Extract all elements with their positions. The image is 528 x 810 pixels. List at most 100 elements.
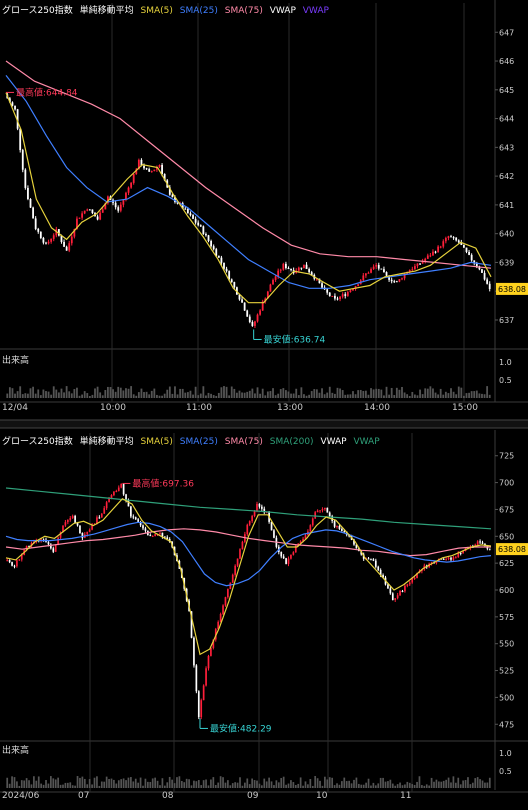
legend-sma5[interactable]: SMA(5) (141, 437, 173, 447)
volume-bar (30, 784, 33, 788)
panel-separator (0, 420, 528, 428)
volume-bar (309, 778, 312, 788)
candle-body (308, 269, 311, 273)
legend-sma5[interactable]: SMA(5) (141, 6, 173, 16)
volume-bar (60, 388, 63, 398)
legend-sma25[interactable]: SMA(25) (180, 6, 218, 16)
volume-bar (238, 390, 241, 398)
candle-body (367, 272, 370, 274)
candle-body (207, 235, 210, 242)
candle-body (243, 302, 246, 311)
volume-bar (243, 392, 246, 398)
y-tick-label: 725 (499, 452, 514, 461)
candle-body (11, 562, 13, 566)
candle-body (248, 521, 251, 525)
volume-bar (401, 785, 404, 788)
volume-bar (225, 386, 228, 398)
volume-bar (429, 386, 432, 398)
volume-bar (470, 391, 473, 398)
volume-bar (244, 782, 246, 788)
volume-bar (230, 386, 233, 398)
volume-bar (227, 780, 229, 788)
volume-bar (488, 394, 491, 398)
legend-sma200[interactable]: SMA(200) (270, 437, 314, 447)
candle-body (47, 542, 50, 545)
volume-bar (297, 783, 300, 788)
candle-body (99, 212, 102, 220)
volume-bar (78, 395, 81, 398)
volume-bar (205, 395, 207, 398)
volume-bar (357, 390, 360, 398)
volume-bar (246, 778, 249, 788)
volume-bar (197, 395, 200, 398)
candle-body (437, 246, 440, 253)
candle-body (100, 513, 103, 518)
volume-bar (76, 776, 79, 788)
candle-body (256, 503, 258, 511)
volume-bar (39, 395, 42, 398)
volume-bar (88, 395, 91, 398)
candle-body (455, 237, 458, 241)
volume-bar (326, 392, 329, 398)
volume-bar (398, 389, 401, 398)
legend-vwap[interactable]: VWAP (320, 437, 346, 447)
candle-body (442, 558, 445, 560)
volume-bar (88, 779, 91, 788)
volume-bar (413, 784, 416, 788)
candle-body (375, 265, 378, 267)
volume-bar (406, 781, 409, 788)
volume-bar (360, 784, 363, 788)
candle-body (145, 168, 148, 170)
volume-bar (275, 780, 278, 788)
candle-body (194, 218, 197, 223)
candle-body (429, 255, 432, 257)
candle-body (195, 665, 198, 692)
high-label: 最高値:644.84 (16, 86, 78, 98)
candle-body (326, 507, 329, 513)
legend-vwap-2[interactable]: VWAP (353, 437, 379, 447)
volume-bar (178, 776, 181, 788)
legend-sma75[interactable]: SMA(75) (225, 437, 263, 447)
volume-bar (253, 780, 256, 788)
volume-bar (150, 390, 153, 398)
y-tick-label: 639 (499, 258, 514, 267)
volume-bar (233, 388, 236, 398)
legend-sma75[interactable]: SMA(75) (225, 6, 263, 16)
legend-vwap-2[interactable]: VWAP (303, 6, 329, 16)
volume-bar (468, 392, 470, 398)
volume-bar (20, 780, 23, 788)
legend-sma25[interactable]: SMA(25) (180, 437, 218, 447)
volume-bar (256, 387, 259, 398)
volume-bar (349, 394, 352, 398)
legend-vwap[interactable]: VWAP (270, 6, 296, 16)
volume-bar (444, 391, 447, 398)
candle-body (199, 225, 202, 227)
volume-bar (290, 393, 292, 398)
volume-bar (190, 785, 193, 788)
volume-bar (377, 388, 380, 398)
volume-bar (168, 386, 171, 398)
candle-body (122, 483, 125, 495)
volume-bar (79, 777, 81, 788)
candle-body (463, 244, 465, 248)
volume-bar (18, 785, 21, 788)
volume-label-bottom: 出来高 (2, 746, 30, 756)
volume-bar (359, 389, 362, 398)
volume-bar (314, 776, 317, 788)
volume-bar (143, 392, 145, 398)
volume-bar (130, 777, 132, 788)
volume-bar (57, 777, 59, 788)
volume-bar (385, 386, 388, 398)
volume-bar (32, 386, 34, 398)
volume-bar (159, 785, 161, 788)
volume-bar (308, 394, 311, 398)
candle-body (385, 272, 388, 276)
volume-bar (295, 388, 298, 398)
volume-bar (23, 780, 26, 788)
volume-bar (285, 784, 287, 788)
volume-bar (421, 785, 423, 788)
candle-body (161, 164, 163, 174)
candle-body (349, 290, 352, 293)
volume-bar (69, 782, 72, 788)
candle-body (391, 593, 394, 601)
